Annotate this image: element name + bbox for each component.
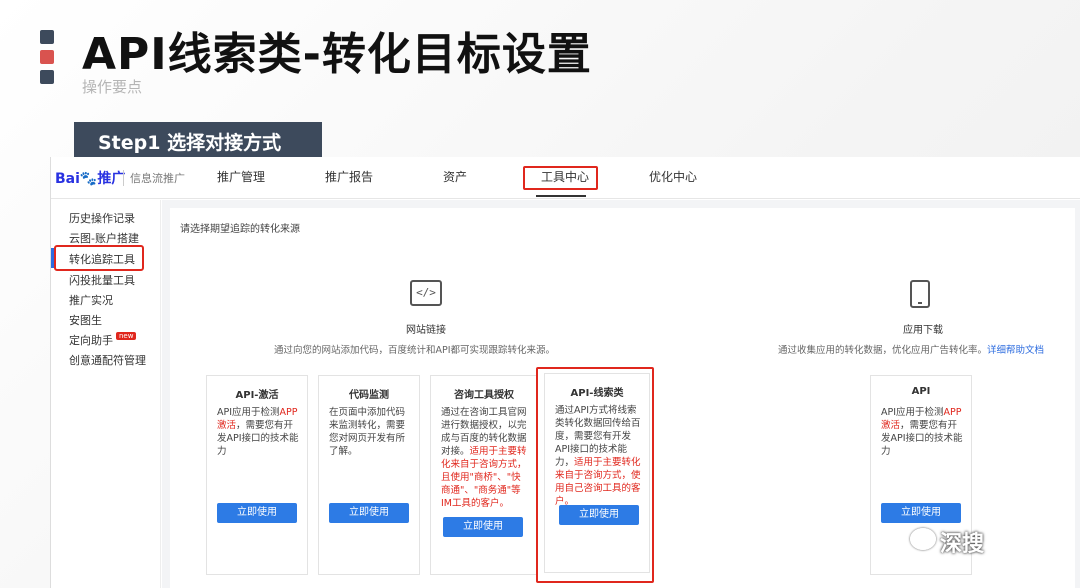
sidebar: 历史操作记录 云图-账户搭建 转化追踪工具 闪投批量工具 推广实况 安图生 定向… bbox=[51, 200, 161, 588]
card-title: 代码监测 bbox=[349, 390, 389, 401]
use-now-button[interactable]: 立即使用 bbox=[329, 503, 409, 523]
slide-subtitle: 操作要点 bbox=[82, 78, 143, 96]
highlight-box-tools bbox=[523, 166, 598, 190]
bullet-square bbox=[40, 50, 54, 64]
nav-item-optimize[interactable]: 优化中心 bbox=[649, 168, 697, 185]
use-now-button[interactable]: 立即使用 bbox=[881, 503, 961, 523]
step-banner: Step1 选择对接方式 bbox=[74, 122, 322, 157]
card-code-monitor: 代码监测 在页面中添加代码来监测转化，需要您对网页开发有所了解。 立即使用 bbox=[318, 375, 420, 575]
sidebar-item-history[interactable]: 历史操作记录 bbox=[69, 210, 135, 226]
new-badge: new bbox=[116, 332, 137, 340]
bullet-square bbox=[40, 30, 54, 44]
nav-item-assets[interactable]: 资产 bbox=[443, 168, 467, 185]
slide-title: API线索类-转化目标设置 bbox=[82, 29, 592, 80]
sidebar-item-live[interactable]: 推广实况 bbox=[69, 292, 113, 308]
use-now-button[interactable]: 立即使用 bbox=[443, 517, 523, 537]
watermark-text: 深搜 bbox=[940, 532, 985, 557]
sidebar-item-flash-batch[interactable]: 闪投批量工具 bbox=[69, 272, 135, 288]
source-app-desc: 通过收集应用的转化数据，优化应用广告转化率。详细帮助文档 bbox=[778, 345, 1045, 356]
embedded-screenshot: Bai🐾推广 信息流推广 推广管理 推广报告 资产 工具中心 优化中心 历史操作… bbox=[50, 157, 1080, 588]
card-body: API应用于检测APP激活，需要您有开发API接口的技术能力 bbox=[881, 407, 963, 457]
code-icon[interactable]: </> bbox=[410, 280, 442, 306]
card-title: API bbox=[911, 386, 931, 397]
wechat-icon bbox=[910, 528, 936, 550]
card-body: 通过在咨询工具官网进行数据授权，以完成与百度的转化数据对接。适用于主要转化来自于… bbox=[441, 407, 527, 509]
paw-icon: 🐾 bbox=[79, 171, 98, 187]
card-consult-tool: 咨询工具授权 通过在咨询工具官网进行数据授权，以完成与百度的转化数据对接。适用于… bbox=[430, 375, 538, 575]
help-doc-link[interactable]: 详细帮助文档 bbox=[987, 345, 1044, 356]
nav-item-report[interactable]: 推广报告 bbox=[325, 168, 373, 185]
slide-bullets bbox=[40, 30, 56, 90]
active-nav-underline bbox=[536, 195, 586, 197]
use-now-button[interactable]: 立即使用 bbox=[217, 503, 297, 523]
nav-item-campaign[interactable]: 推广管理 bbox=[217, 168, 265, 185]
top-navigation: Bai🐾推广 信息流推广 推广管理 推广报告 资产 工具中心 优化中心 bbox=[51, 157, 1080, 199]
sidebar-item-targeting[interactable]: 定向助手 new bbox=[69, 332, 137, 348]
card-title: 咨询工具授权 bbox=[454, 390, 514, 401]
sidebar-item-antusheng[interactable]: 安图生 bbox=[69, 312, 102, 328]
sidebar-item-wildcard[interactable]: 创意通配符管理 bbox=[69, 352, 146, 368]
source-website-label[interactable]: 网站链接 bbox=[406, 321, 446, 336]
sidebar-item-account-build[interactable]: 云图-账户搭建 bbox=[69, 230, 139, 246]
bullet-square bbox=[40, 70, 54, 84]
highlight-box-api-lead bbox=[536, 367, 654, 583]
card-body: API应用于检测APP激活，需要您有开发API接口的技术能力 bbox=[217, 407, 299, 457]
source-app-label[interactable]: 应用下载 bbox=[903, 321, 943, 336]
card-api-activation: API-激活 API应用于检测APP激活，需要您有开发API接口的技术能力 立即… bbox=[206, 375, 308, 575]
phone-icon[interactable] bbox=[910, 280, 930, 308]
card-body: 在页面中添加代码来监测转化，需要您对网页开发有所了解。 bbox=[329, 407, 406, 457]
baidu-logo[interactable]: Bai🐾推广 bbox=[55, 168, 125, 188]
product-name: 信息流推广 bbox=[123, 170, 185, 186]
source-prompt: 请选择期望追踪的转化来源 bbox=[180, 224, 300, 235]
source-website-desc: 通过向您的网站添加代码，百度统计和API都可实现跟踪转化来源。 bbox=[274, 345, 556, 356]
highlight-box-sidebar bbox=[54, 245, 144, 271]
card-title: API-激活 bbox=[235, 390, 279, 401]
